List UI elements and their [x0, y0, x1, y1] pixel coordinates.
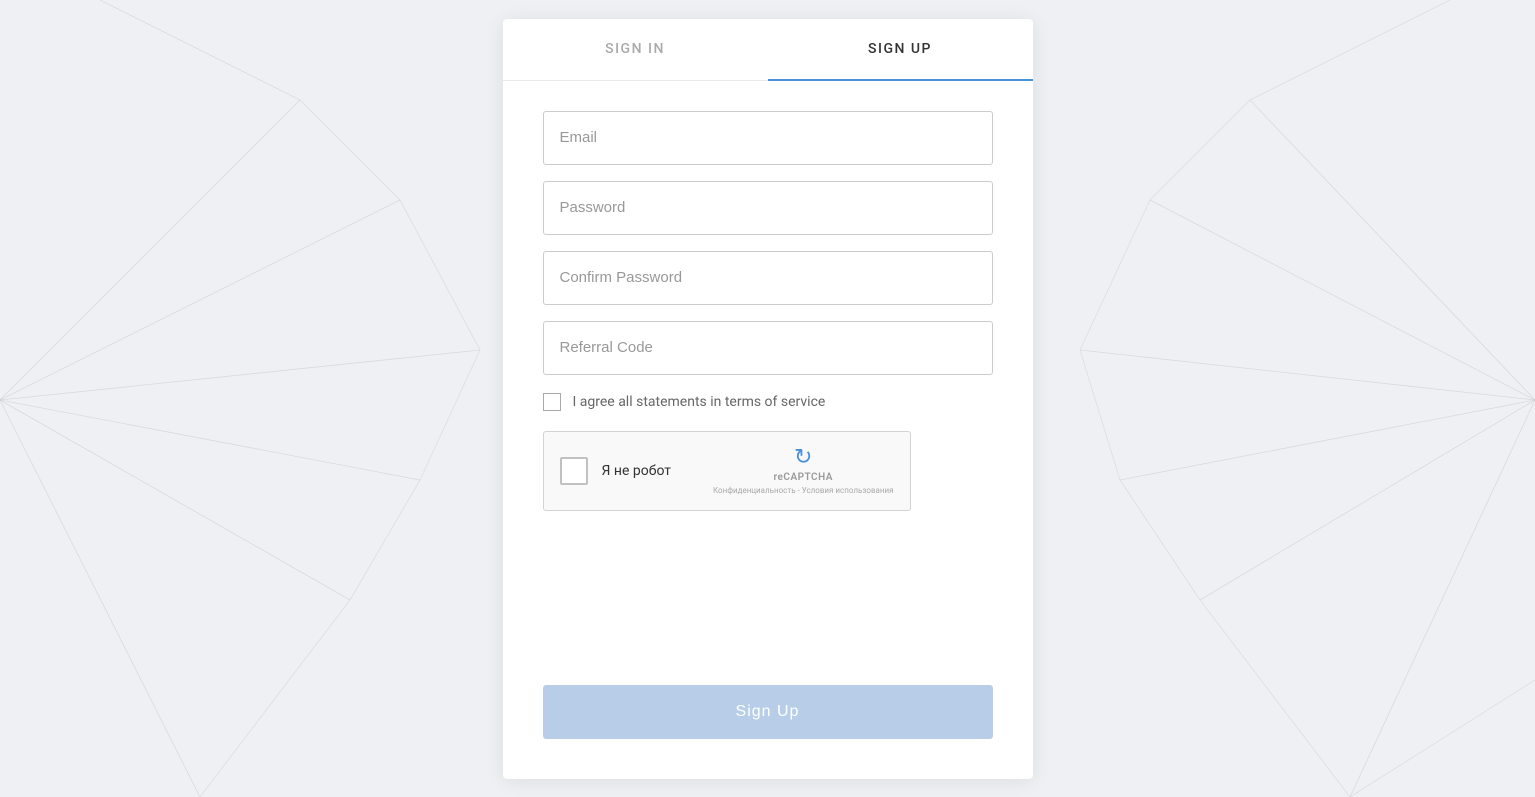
- form-spacer: [543, 527, 993, 661]
- signup-form: I agree all statements in terms of servi…: [503, 81, 1033, 779]
- auth-card: SIGN IN SIGN UP I agree all statements i…: [503, 19, 1033, 779]
- referral-code-field[interactable]: [543, 321, 993, 375]
- tab-signin[interactable]: SIGN IN: [503, 19, 768, 81]
- recaptcha-branding: ↻ reCAPTCHA Конфиденциальность - Условия…: [713, 445, 894, 496]
- recaptcha-checkbox[interactable]: [560, 457, 588, 485]
- recaptcha-brand-label: reCAPTCHA: [774, 472, 833, 483]
- recaptcha-label: Я не робот: [602, 463, 699, 479]
- confirm-password-field[interactable]: [543, 251, 993, 305]
- password-field[interactable]: [543, 181, 993, 235]
- terms-label[interactable]: I agree all statements in terms of servi…: [573, 394, 826, 410]
- terms-checkbox[interactable]: [543, 393, 561, 411]
- auth-tabs: SIGN IN SIGN UP: [503, 19, 1033, 81]
- recaptcha-widget[interactable]: Я не робот ↻ reCAPTCHA Конфиденциальност…: [543, 431, 911, 511]
- recaptcha-icon: ↻: [794, 445, 812, 470]
- tab-signup[interactable]: SIGN UP: [768, 19, 1033, 81]
- email-field[interactable]: [543, 111, 993, 165]
- terms-row: I agree all statements in terms of servi…: [543, 393, 993, 411]
- signup-button[interactable]: Sign Up: [543, 685, 993, 739]
- recaptcha-links: Конфиденциальность - Условия использован…: [713, 485, 894, 496]
